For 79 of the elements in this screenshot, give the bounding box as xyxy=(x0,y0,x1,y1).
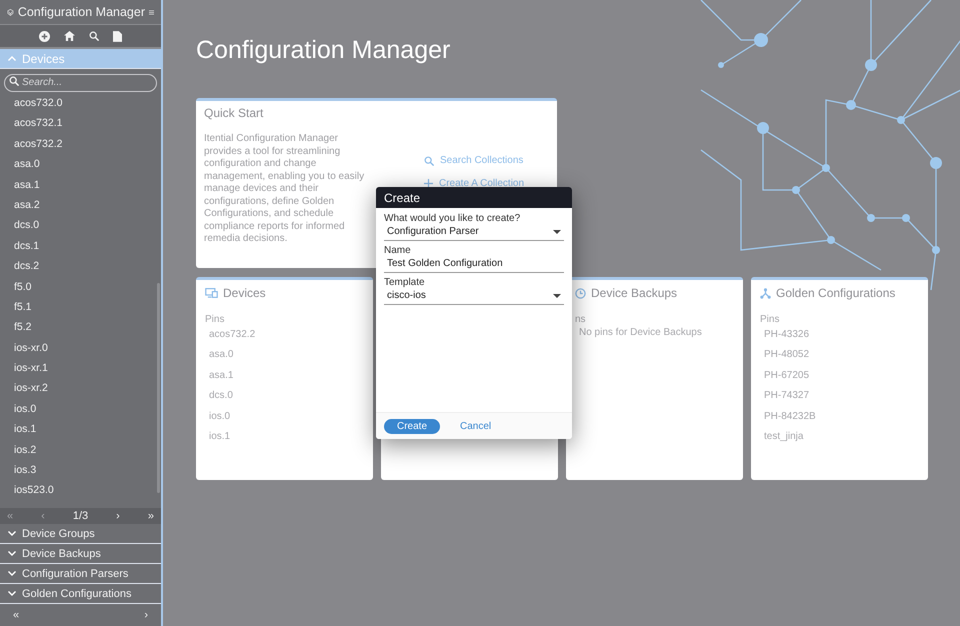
chevron-icon xyxy=(8,531,16,536)
select-field[interactable]: cisco-ios xyxy=(384,288,564,305)
card-title: Quick Start xyxy=(203,105,264,122)
previous-page-button[interactable]: ‹ xyxy=(38,510,48,522)
caret-icon xyxy=(553,294,561,298)
pin-item[interactable]: PH-84232B xyxy=(764,406,919,427)
pins-label: Pins xyxy=(205,314,226,325)
device-item[interactable]: f5.1 xyxy=(0,296,156,318)
device-item[interactable]: acos732.2 xyxy=(0,134,156,154)
page-indicator: 1/3 xyxy=(72,510,90,522)
device-item[interactable]: ios-xr.1 xyxy=(0,358,156,378)
app-title: Configuration Manager xyxy=(18,5,145,19)
clock-icon xyxy=(575,288,586,298)
pin-item[interactable]: ios.1 xyxy=(209,426,364,448)
search-icon[interactable] xyxy=(89,31,99,41)
device-item[interactable]: f5.0 xyxy=(0,276,156,297)
device-item[interactable]: ios-xr.0 xyxy=(0,338,156,358)
caret-icon xyxy=(553,230,561,234)
description-text: Itential Configuration Manager provides a tool for streamlining configuration and change management, enabling you to easily manage devices and their configurations, define Golden Configurations, and schedule compliance reports for informed remedia decisions. xyxy=(204,133,366,246)
card-title: Device Backups xyxy=(591,286,678,300)
branch-icon xyxy=(760,288,771,298)
field-label: What would you like to create? xyxy=(384,213,522,224)
chevron-icon xyxy=(8,56,16,61)
name-input[interactable]: Test Golden Configuration xyxy=(384,256,564,273)
pin-item[interactable]: acos732.2 xyxy=(209,325,364,346)
pins-label: Pins xyxy=(760,314,780,325)
device-item[interactable]: asa.1 xyxy=(0,174,156,195)
device-item[interactable]: f5.2 xyxy=(0,317,156,338)
menu-icon[interactable] xyxy=(149,8,154,16)
collapse-button[interactable]: « xyxy=(10,609,22,621)
scrollbar[interactable] xyxy=(157,283,160,493)
pin-item[interactable]: ios.0 xyxy=(209,406,364,427)
cancel-button[interactable]: Cancel xyxy=(454,420,498,432)
create-button[interactable]: Create xyxy=(384,418,440,434)
device-item[interactable]: dcs.1 xyxy=(0,236,156,256)
pin-item[interactable]: asa.0 xyxy=(209,345,364,366)
pin-item[interactable]: PH-74327 xyxy=(764,386,919,407)
select-field[interactable]: Configuration Parser xyxy=(384,224,564,241)
devices-icon xyxy=(205,288,218,298)
plus-icon xyxy=(424,179,433,188)
device-item[interactable]: asa.2 xyxy=(0,194,156,216)
field-label: Name xyxy=(384,245,412,256)
device-item[interactable]: acos732.0 xyxy=(0,93,156,114)
search-field[interactable]: Search... xyxy=(4,74,157,92)
add-icon[interactable] xyxy=(39,30,50,42)
chevron-icon xyxy=(8,571,16,576)
device-item[interactable]: dcs.2 xyxy=(0,256,156,277)
pin-item[interactable]: PH-48052 xyxy=(764,345,919,366)
card-title: Golden Configurations xyxy=(776,286,896,300)
home-icon[interactable] xyxy=(64,31,75,41)
chevron-icon xyxy=(8,551,16,556)
device-item[interactable]: dcs.0 xyxy=(0,215,156,236)
device-item[interactable]: ios-xr.2 xyxy=(0,378,156,399)
last-page-button[interactable]: » xyxy=(144,510,157,522)
device-item[interactable]: ios.3 xyxy=(0,460,156,480)
next-page-button[interactable]: › xyxy=(113,510,123,522)
chevron-icon xyxy=(8,591,16,596)
search-icon xyxy=(424,156,434,166)
empty-message: No pins for Device Backups xyxy=(579,327,703,338)
pin-item[interactable]: asa.1 xyxy=(209,366,364,386)
card-title: Devices xyxy=(223,286,266,300)
dialog-title: Create xyxy=(376,187,572,208)
device-item[interactable]: ios.1 xyxy=(0,419,156,440)
pin-item[interactable]: PH-43326 xyxy=(764,325,919,346)
device-item[interactable]: asa.0 xyxy=(0,154,156,175)
next-button[interactable]: › xyxy=(141,609,151,621)
pin-item[interactable]: PH-67205 xyxy=(764,366,919,386)
device-item[interactable]: ios.2 xyxy=(0,440,156,460)
pin-item[interactable]: test_jinja xyxy=(764,426,919,448)
pins-label: ns xyxy=(575,314,587,325)
device-item[interactable]: ios.0 xyxy=(0,398,156,420)
search-icon xyxy=(9,76,19,86)
field-label: Template xyxy=(384,277,426,288)
first-page-button[interactable]: « xyxy=(4,510,16,522)
device-item[interactable]: acos732.1 xyxy=(0,113,156,134)
page-title: Configuration Manager xyxy=(196,36,452,66)
device-item[interactable]: ios523.0 xyxy=(0,480,156,501)
pin-item[interactable]: dcs.0 xyxy=(209,386,364,407)
document-icon[interactable] xyxy=(113,30,122,42)
